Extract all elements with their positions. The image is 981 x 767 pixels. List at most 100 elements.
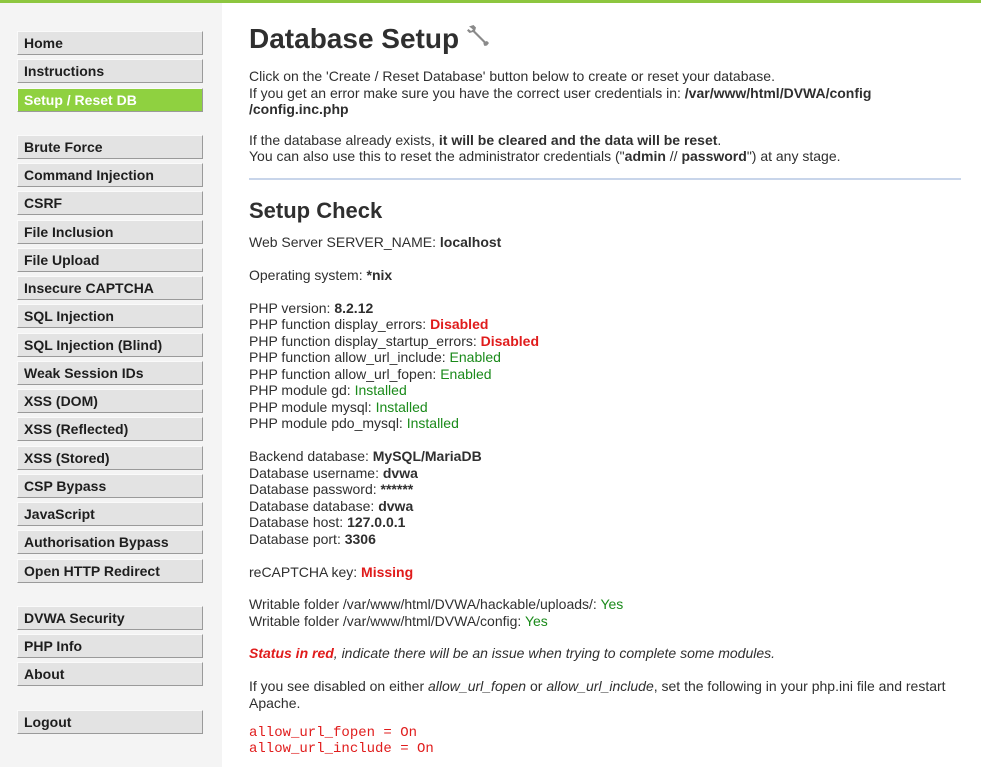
menu-spacer (17, 116, 203, 135)
config-folder-row: Writable folder /var/www/html/DVWA/confi… (249, 613, 961, 630)
menu-item-xss-dom[interactable]: XSS (DOM) (17, 389, 203, 413)
os-label: Operating system: (249, 266, 367, 283)
setup-check-heading: Setup Check (249, 197, 383, 223)
backend-db-row: Backend database: MySQL/MariaDB (249, 448, 961, 465)
backend-db-value: MySQL/MariaDB (372, 448, 482, 464)
menu-item-command-injection[interactable]: Command Injection (17, 163, 203, 187)
menu-item-instructions[interactable]: Instructions (17, 59, 203, 84)
menu-item-csrf[interactable]: CSRF (17, 191, 203, 216)
server-name-row: Web Server SERVER_NAME: localhost (249, 234, 961, 251)
db-password-label: Database password: (249, 481, 381, 497)
module-pdo-mysql-label: PHP module pdo_mysql: (249, 415, 407, 431)
php-ini-pre: If you see disabled on either (249, 678, 429, 694)
menu-item-authorisation-bypass[interactable]: Authorisation Bypass (17, 530, 203, 555)
reset-warning-pre: If the database already exists, (249, 131, 439, 148)
menu-group-logout: Logout (17, 709, 203, 734)
allow-url-fopen-row: PHP function allow_url_fopen: Enabled (249, 366, 961, 383)
display-startup-errors-status: Disabled (480, 332, 539, 349)
status-note-text: , indicate there will be an issue when t… (333, 645, 776, 661)
uploads-folder-label: Writable folder /var/www/html/DVWA/hacka… (249, 596, 601, 612)
menu-item-sql-injection-blind[interactable]: SQL Injection (Blind) (17, 332, 203, 357)
db-port-label: Database port: (249, 530, 345, 547)
module-mysql-status: Installed (375, 398, 428, 415)
admin-password: password (681, 148, 747, 164)
menu-item-setup-reset-db[interactable]: Setup / Reset DB (17, 87, 203, 112)
db-port-row: Database port: 3306 (249, 531, 961, 548)
db-host-value: 127.0.0.1 (347, 514, 406, 530)
os-value: *nix (366, 266, 393, 283)
backend-db-label: Backend database: (249, 448, 373, 464)
module-gd-label: PHP module gd: (249, 382, 355, 398)
allow-url-fopen-status: Enabled (440, 365, 492, 382)
status-note: Status in red, indicate there will be an… (249, 645, 961, 662)
wrench-icon (465, 23, 491, 49)
config-path: /var/www/html/DVWA/config (684, 84, 872, 101)
menu-item-xss-reflected[interactable]: XSS (Reflected) (17, 417, 203, 442)
db-host-label: Database host: (249, 514, 348, 530)
db-name-row: Database database: dvwa (249, 498, 961, 515)
config-folder-label: Writable folder /var/www/html/DVWA/confi… (249, 612, 525, 629)
menu-item-xss-stored[interactable]: XSS (Stored) (17, 445, 203, 470)
db-password-row: Database password: ****** (249, 481, 961, 498)
db-password-value: ****** (380, 481, 414, 497)
php-ini-fopen: allow_url_fopen (428, 678, 527, 694)
php-ini-code-line-1: allow_url_fopen = On (249, 725, 418, 741)
php-version-row: PHP version: 8.2.12 (249, 300, 961, 317)
server-name-value: localhost (439, 233, 502, 250)
php-ini-include: allow_url_include (546, 678, 654, 694)
db-port-value: 3306 (344, 530, 376, 547)
menu-item-insecure-captcha[interactable]: Insecure CAPTCHA (17, 276, 203, 300)
menu-item-csp-bypass[interactable]: CSP Bypass (17, 473, 203, 498)
menu-item-open-http-redirect[interactable]: Open HTTP Redirect (17, 558, 203, 583)
admin-reset-note: You can also use this to reset the admin… (249, 148, 961, 165)
admin-reset-pre: You can also use this to reset the admin… (249, 148, 625, 164)
uploads-folder-row: Writable folder /var/www/html/DVWA/hacka… (249, 596, 961, 613)
admin-username: admin (624, 148, 666, 164)
menu-item-weak-session-ids[interactable]: Weak Session IDs (17, 360, 203, 385)
db-username-row: Database username: dvwa (249, 465, 961, 482)
db-name-value: dvwa (378, 497, 414, 514)
credentials-hint-text: If you get an error make sure you have t… (249, 84, 685, 101)
recaptcha-status: Missing (361, 563, 414, 580)
sidebar-menu: Home Instructions Setup / Reset DB Brute… (17, 31, 203, 738)
menu-spacer (17, 691, 203, 710)
menu-item-home[interactable]: Home (17, 31, 203, 55)
allow-url-include-label: PHP function allow_url_include: (249, 349, 450, 365)
menu-item-javascript[interactable]: JavaScript (17, 502, 203, 526)
module-gd-status: Installed (354, 382, 407, 398)
php-version-value: 8.2.12 (334, 299, 374, 316)
module-gd-row: PHP module gd: Installed (249, 382, 961, 399)
allow-url-include-status: Enabled (449, 349, 501, 365)
config-folder-status: Yes (524, 612, 548, 629)
menu-item-brute-force[interactable]: Brute Force (17, 134, 203, 159)
module-mysql-label: PHP module mysql: (249, 398, 376, 415)
php-ini-or: or (526, 678, 547, 694)
page-title: Database Setup (249, 23, 460, 54)
module-pdo-mysql-row: PHP module pdo_mysql: Installed (249, 415, 961, 432)
recaptcha-row: reCAPTCHA key: Missing (249, 564, 961, 581)
display-startup-errors-label: PHP function display_startup_errors: (249, 332, 481, 349)
menu-item-dvwa-security[interactable]: DVWA Security (17, 605, 203, 630)
os-row: Operating system: *nix (249, 267, 961, 284)
menu-item-php-info[interactable]: PHP Info (17, 634, 203, 658)
server-name-label: Web Server SERVER_NAME: (249, 233, 440, 250)
menu-item-file-upload[interactable]: File Upload (17, 247, 203, 272)
db-host-row: Database host: 127.0.0.1 (249, 514, 961, 531)
menu-item-sql-injection[interactable]: SQL Injection (17, 304, 203, 329)
reset-warning-bold: it will be cleared and the data will be … (438, 131, 718, 148)
menu-item-about[interactable]: About (17, 662, 203, 687)
status-red-label: Status in red (249, 645, 334, 661)
menu-item-file-inclusion[interactable]: File Inclusion (17, 219, 203, 244)
menu-item-logout[interactable]: Logout (17, 709, 203, 734)
display-errors-row: PHP function display_errors: Disabled (249, 316, 961, 333)
credentials-hint: If you get an error make sure you have t… (249, 85, 961, 118)
